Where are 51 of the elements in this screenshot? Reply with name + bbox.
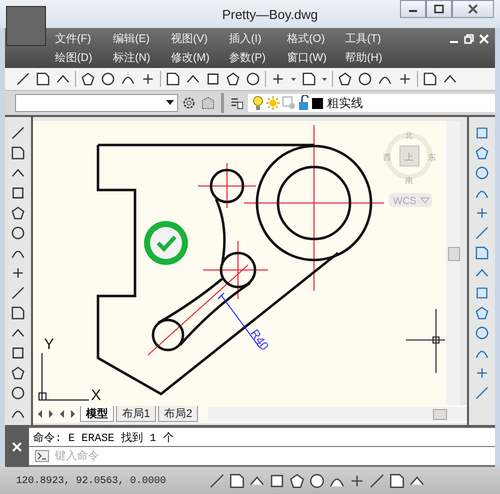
circle-shape bbox=[210, 168, 244, 204]
horizontal-scrollbar[interactable] bbox=[208, 407, 467, 421]
color-swatch-icon[interactable] bbox=[312, 98, 323, 108]
layout-tab[interactable]: 模型 bbox=[80, 406, 114, 422]
close-icon[interactable] bbox=[479, 34, 489, 44]
gear-icon[interactable] bbox=[181, 95, 197, 111]
menu-item[interactable]: 标注(N) bbox=[113, 50, 171, 65]
close-button[interactable] bbox=[452, 0, 494, 18]
tab-nav-icon[interactable] bbox=[46, 408, 56, 420]
menu-item[interactable]: 格式(O) bbox=[287, 31, 345, 46]
axis-label: X bbox=[91, 387, 102, 404]
menu-item[interactable]: 绘图(D) bbox=[55, 50, 113, 65]
layout-tab[interactable]: 布局2 bbox=[158, 406, 198, 422]
vertical-scrollbar[interactable] bbox=[446, 121, 460, 405]
menu-item[interactable]: 视图(V) bbox=[171, 31, 229, 46]
axis-label: Y bbox=[44, 336, 54, 353]
sun-icon[interactable] bbox=[266, 96, 280, 110]
menu-item[interactable]: 修改(M) bbox=[171, 50, 229, 65]
restore-icon[interactable] bbox=[464, 34, 474, 44]
close-icon bbox=[467, 4, 479, 14]
close-icon[interactable] bbox=[12, 442, 22, 452]
caret-icon bbox=[166, 100, 174, 106]
command-field[interactable]: 键入命令 bbox=[29, 447, 495, 465]
prompt-icon[interactable] bbox=[35, 450, 49, 462]
maximize-icon bbox=[433, 4, 445, 14]
arc-curve bbox=[214, 198, 226, 266]
menu-item[interactable]: 插入(I) bbox=[229, 31, 287, 46]
maximize-button[interactable] bbox=[426, 0, 452, 18]
viewcube-label: 上 bbox=[404, 152, 414, 162]
circle-shape bbox=[152, 318, 184, 352]
minimize-button[interactable] bbox=[400, 0, 426, 18]
tab-nav-icon[interactable] bbox=[68, 408, 78, 420]
command-input[interactable]: 键入命令 bbox=[53, 449, 495, 463]
menu-item[interactable]: 编辑(E) bbox=[113, 31, 171, 46]
menu-item[interactable]: 文件(F) bbox=[55, 31, 113, 46]
line-icon[interactable] bbox=[10, 125, 26, 141]
command-history: 命令: E ERASE 找到 1 个 bbox=[29, 428, 495, 446]
menu-item[interactable]: 窗口(W) bbox=[287, 50, 345, 65]
lightbulb-icon[interactable] bbox=[252, 95, 264, 111]
layer-name[interactable]: 粗实线 bbox=[327, 94, 363, 112]
layout-tab[interactable]: 布局1 bbox=[116, 406, 156, 422]
menu-item[interactable]: 帮助(H) bbox=[345, 50, 403, 65]
menu-item[interactable]: 工具(T) bbox=[345, 31, 403, 46]
crosshair-cursor bbox=[406, 308, 446, 374]
window-title: Pretty—Boy.dwg bbox=[222, 6, 318, 22]
ucs-axes bbox=[38, 352, 90, 400]
workspace-icon[interactable] bbox=[200, 95, 216, 111]
coordinates-readout: 120.8923, 92.0563, 0.0000 bbox=[16, 476, 168, 486]
check-badge-icon bbox=[144, 221, 188, 265]
menu-item[interactable]: 参数(P) bbox=[229, 50, 287, 65]
unlocked-lock-icon[interactable] bbox=[298, 95, 310, 111]
